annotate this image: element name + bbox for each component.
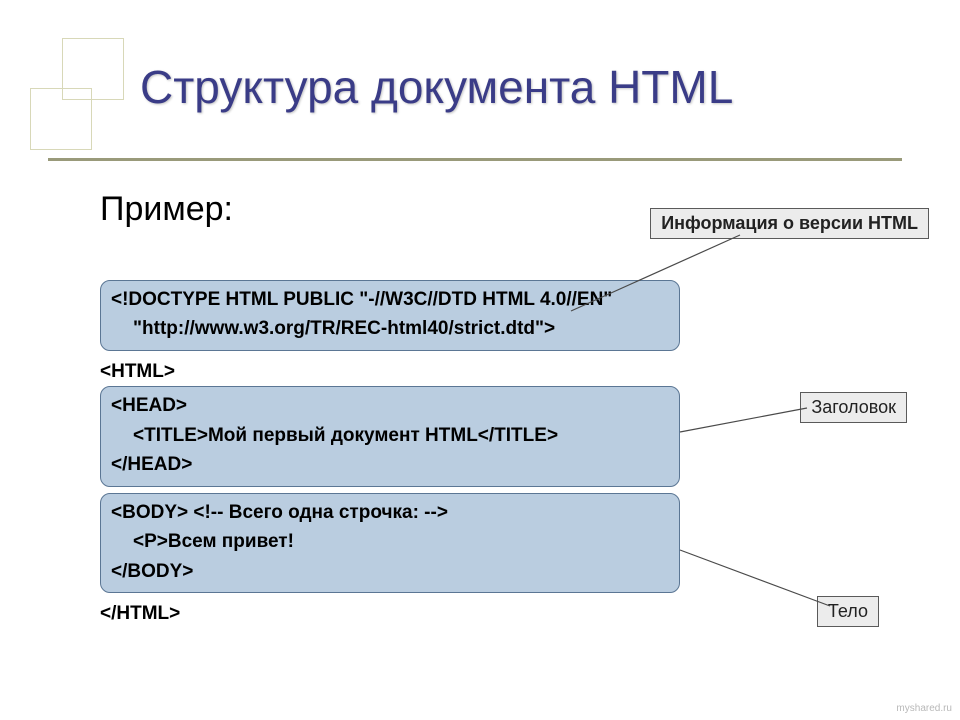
code-line: "http://www.w3.org/TR/REC-html40/strict.… xyxy=(111,314,669,343)
callout-header: Заголовок xyxy=(800,392,907,423)
code-line: </HEAD> xyxy=(111,450,669,479)
code-line: <TITLE>Мой первый документ HTML</TITLE> xyxy=(111,421,669,450)
code-head-block: <HEAD> <TITLE>Мой первый документ HTML</… xyxy=(100,386,680,486)
code-body-block: <BODY> <!-- Всего одна строчка: --> <P>В… xyxy=(100,493,680,593)
code-line: <!DOCTYPE HTML PUBLIC "-//W3C//DTD HTML … xyxy=(111,285,669,314)
code-example: <!DOCTYPE HTML PUBLIC "-//W3C//DTD HTML … xyxy=(100,280,680,628)
callout-body: Тело xyxy=(817,596,879,627)
code-line: <HTML> xyxy=(100,357,680,386)
example-label: Пример: xyxy=(100,190,233,229)
code-line: <HEAD> xyxy=(111,391,669,420)
code-line: <P>Всем привет! xyxy=(111,527,669,556)
callout-version-info: Информация о версии HTML xyxy=(650,208,929,239)
page-title: Структура документа HTML xyxy=(140,60,733,114)
code-doctype-block: <!DOCTYPE HTML PUBLIC "-//W3C//DTD HTML … xyxy=(100,280,680,351)
decor-square xyxy=(30,88,92,150)
code-line: </HTML> xyxy=(100,599,680,628)
code-line: <BODY> <!-- Всего одна строчка: --> xyxy=(111,498,669,527)
code-line: </BODY> xyxy=(111,557,669,586)
title-underline xyxy=(48,158,902,161)
watermark: myshared.ru xyxy=(896,703,952,714)
